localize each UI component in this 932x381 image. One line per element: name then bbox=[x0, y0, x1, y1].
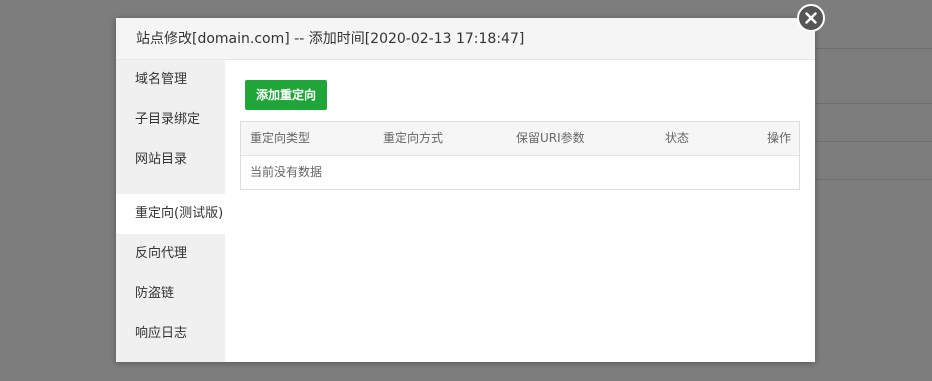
background-divider bbox=[815, 48, 932, 49]
table-empty-row: 当前没有数据 bbox=[250, 165, 323, 179]
column-header-status: 状态 bbox=[665, 131, 690, 145]
redirect-panel: 添加重定向 重定向类型 重定向方式 保留URI参数 状态 操作 当前没有数据 bbox=[225, 60, 815, 362]
column-header-redirect-type: 重定向类型 bbox=[250, 131, 311, 145]
close-button[interactable] bbox=[797, 4, 825, 32]
column-header-keep-uri-params: 保留URI参数 bbox=[516, 131, 585, 145]
site-edit-dialog: 站点修改[domain.com] -- 添加时间[2020-02-13 17:1… bbox=[116, 4, 825, 362]
sidebar-item-subdirectory-binding[interactable]: 子目录绑定 bbox=[116, 100, 225, 140]
sidebar-item-redirect[interactable]: 重定向(测试版) bbox=[116, 194, 225, 234]
sidebar: 域名管理 子目录绑定 网站目录 重定向(测试版) 反向代理 防盗链 响应日志 bbox=[116, 60, 225, 362]
add-redirect-button[interactable]: 添加重定向 bbox=[245, 80, 327, 110]
column-header-redirect-method: 重定向方式 bbox=[383, 131, 444, 145]
column-header-actions: 操作 bbox=[767, 131, 792, 145]
sidebar-item-domain-management[interactable]: 域名管理 bbox=[116, 60, 225, 100]
sidebar-item-site-directory[interactable]: 网站目录 bbox=[116, 140, 225, 180]
table-header-row: 重定向类型 重定向方式 保留URI参数 状态 操作 bbox=[241, 122, 799, 156]
dialog-title: 站点修改[domain.com] -- 添加时间[2020-02-13 17:1… bbox=[136, 31, 525, 47]
sidebar-item-hotlink-protection[interactable]: 防盗链 bbox=[116, 274, 225, 314]
sidebar-item-response-log[interactable]: 响应日志 bbox=[116, 314, 225, 354]
background-divider bbox=[815, 103, 932, 104]
background-divider bbox=[815, 179, 932, 180]
close-icon bbox=[805, 12, 817, 24]
dialog-header: 站点修改[domain.com] -- 添加时间[2020-02-13 17:1… bbox=[116, 18, 815, 60]
background-divider bbox=[815, 141, 932, 142]
sidebar-item-reverse-proxy[interactable]: 反向代理 bbox=[116, 234, 225, 274]
redirect-table: 重定向类型 重定向方式 保留URI参数 状态 操作 当前没有数据 bbox=[240, 121, 800, 190]
